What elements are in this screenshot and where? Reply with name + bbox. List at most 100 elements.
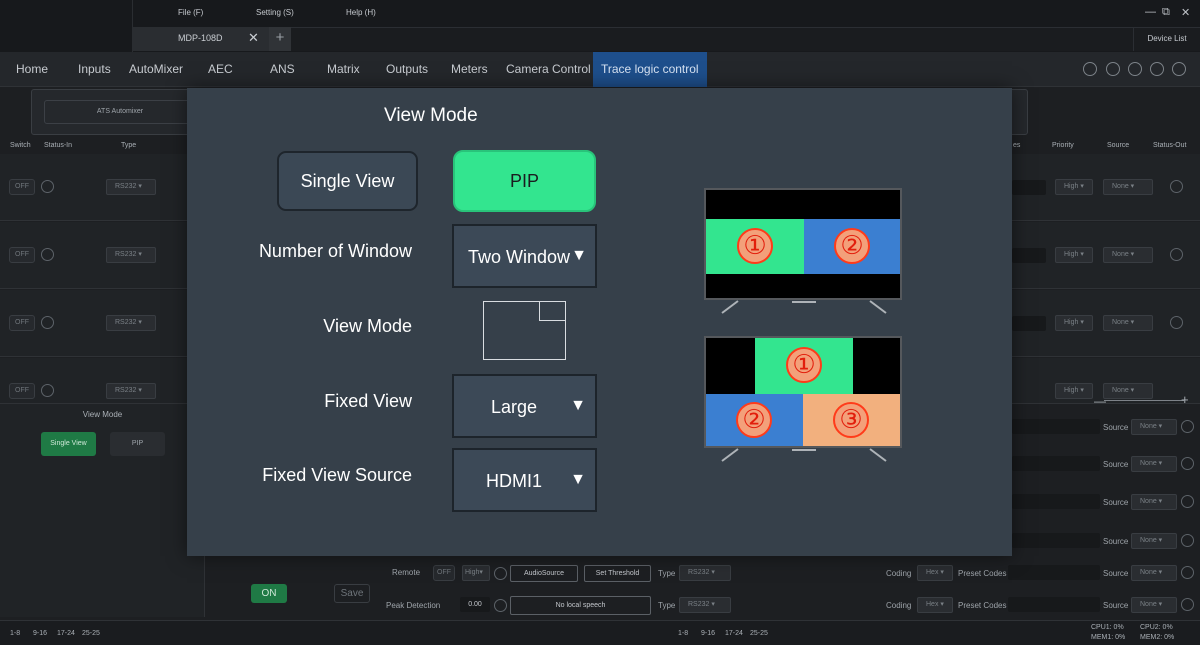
source-indicator: [1181, 457, 1194, 470]
nav-automixer[interactable]: AutoMixer: [129, 52, 183, 87]
source-select[interactable]: None ▾: [1103, 383, 1153, 399]
nav-matrix[interactable]: Matrix: [327, 52, 360, 87]
single-view-button[interactable]: Single View: [277, 151, 418, 211]
add-tab-button[interactable]: +: [269, 27, 291, 51]
peak-value-field[interactable]: 0.00: [460, 597, 490, 612]
source-select[interactable]: None ▾: [1131, 494, 1177, 510]
switch-toggle[interactable]: OFF: [9, 383, 35, 399]
source-select[interactable]: None ▾: [1103, 179, 1153, 195]
codes-field[interactable]: [1012, 248, 1046, 263]
nav-home[interactable]: Home: [16, 52, 48, 87]
pip-layout-preview: [483, 301, 566, 360]
page-link[interactable]: 9-16: [701, 630, 715, 637]
fixed-view-source-select[interactable]: HDMI1 ▼: [452, 448, 597, 512]
switch-toggle[interactable]: OFF: [9, 179, 35, 195]
type-select[interactable]: RS232 ▾: [106, 179, 156, 195]
three-window-preview: ① ② ③: [704, 336, 902, 448]
on-button[interactable]: ON: [251, 584, 287, 603]
coding-select[interactable]: Hex ▾: [917, 565, 953, 581]
number-of-window-label: Number of Window: [258, 241, 412, 261]
ats-automixer-button[interactable]: ATS Automixer: [44, 100, 196, 124]
view-mode-panel: [0, 404, 205, 617]
codes-field[interactable]: [1012, 494, 1100, 509]
type-select[interactable]: RS232 ▾: [679, 597, 731, 613]
tv-stand-icon: [721, 300, 887, 314]
priority-select[interactable]: High ▾: [1055, 315, 1093, 331]
type-select[interactable]: RS232 ▾: [106, 315, 156, 331]
pip-button[interactable]: PIP: [453, 150, 596, 212]
single-view-button-bg[interactable]: Single View: [41, 432, 96, 456]
codes-field[interactable]: [1012, 533, 1100, 548]
nav-aec[interactable]: AEC: [208, 52, 233, 87]
restore-icon[interactable]: ⧉: [1162, 6, 1170, 19]
lock-icon[interactable]: [1172, 62, 1186, 76]
source-select[interactable]: None ▾: [1131, 597, 1177, 613]
number-of-window-select[interactable]: Two Window ▼: [452, 224, 597, 288]
zoom-in-icon[interactable]: +: [1181, 392, 1189, 407]
view-mode-panel-title: View Mode: [82, 410, 123, 419]
page-link[interactable]: 9-16: [33, 630, 47, 637]
priority-select[interactable]: High ▾: [1055, 383, 1093, 399]
type-select[interactable]: RS232 ▾: [679, 565, 731, 581]
history-icon[interactable]: [1106, 62, 1120, 76]
nav-trace-logic-control[interactable]: Trace logic control: [593, 52, 707, 87]
sync-icon[interactable]: [1150, 62, 1164, 76]
nav-inputs[interactable]: Inputs: [78, 52, 111, 87]
priority-select[interactable]: High ▾: [1055, 179, 1093, 195]
zoom-out-icon[interactable]: —: [1094, 394, 1106, 408]
nav-outputs[interactable]: Outputs: [386, 52, 428, 87]
fixed-view-select[interactable]: Large ▼: [452, 374, 597, 438]
menu-help[interactable]: Help (H): [346, 8, 376, 17]
source-select[interactable]: None ▾: [1131, 533, 1177, 549]
remote-toggle[interactable]: OFF: [433, 565, 455, 581]
source-select[interactable]: None ▾: [1131, 565, 1177, 581]
switch-toggle[interactable]: OFF: [9, 315, 35, 331]
menu-setting[interactable]: Setting (S): [256, 8, 294, 17]
header-status-out: Status-Out: [1153, 142, 1187, 149]
type-label: Type: [658, 601, 676, 610]
source-select[interactable]: None ▾: [1131, 456, 1177, 472]
codes-field[interactable]: [1012, 180, 1046, 195]
remote-priority-select[interactable]: High▾: [462, 565, 490, 581]
page-link[interactable]: 17-24: [725, 630, 743, 637]
page-link[interactable]: 25-25: [82, 630, 100, 637]
preset-codes-field[interactable]: [1008, 565, 1100, 580]
preset-codes-label: Preset Codes: [958, 569, 1007, 578]
page-link[interactable]: 1-8: [678, 630, 688, 637]
set-threshold-button[interactable]: Set Threshold: [584, 565, 651, 582]
codes-field[interactable]: [1012, 316, 1046, 331]
pip-button-bg[interactable]: PIP: [110, 432, 165, 456]
type-select[interactable]: RS232 ▾: [106, 247, 156, 263]
switch-toggle[interactable]: OFF: [9, 247, 35, 263]
close-icon[interactable]: ✕: [1181, 6, 1190, 19]
preset-codes-field[interactable]: [1008, 597, 1100, 612]
minimize-icon[interactable]: —: [1145, 6, 1156, 18]
source-select[interactable]: None ▾: [1103, 315, 1153, 331]
refresh-icon[interactable]: [1128, 62, 1142, 76]
upload-icon[interactable]: [1083, 62, 1097, 76]
type-select[interactable]: RS232 ▾: [106, 383, 156, 399]
menu-file[interactable]: File (F): [178, 8, 203, 17]
coding-select[interactable]: Hex ▾: [917, 597, 953, 613]
nav-ans[interactable]: ANS: [270, 52, 295, 87]
source-select[interactable]: None ▾: [1103, 247, 1153, 263]
zoom-slider[interactable]: [1104, 400, 1184, 401]
device-list-button[interactable]: Device List: [1133, 27, 1200, 51]
number-of-window-value: Two Window: [467, 247, 571, 267]
status-in-indicator: [41, 180, 54, 193]
tab-document[interactable]: MDP-108D ✕: [133, 27, 269, 51]
codes-field[interactable]: [1012, 419, 1100, 434]
page-link[interactable]: 1-8: [10, 630, 20, 637]
priority-select[interactable]: High ▾: [1055, 247, 1093, 263]
source-select[interactable]: None ▾: [1131, 419, 1177, 435]
audio-source-button[interactable]: AudioSource: [510, 565, 578, 582]
tab-close-icon[interactable]: ✕: [248, 30, 259, 46]
nav-meters[interactable]: Meters: [451, 52, 488, 87]
codes-field[interactable]: [1012, 456, 1100, 471]
page-link[interactable]: 25-25: [750, 630, 768, 637]
nav-camera-control[interactable]: Camera Control: [506, 52, 591, 87]
source-label: Source: [1103, 537, 1129, 546]
status-in-indicator: [41, 316, 54, 329]
page-link[interactable]: 17-24: [57, 630, 75, 637]
save-button[interactable]: Save: [334, 584, 370, 603]
